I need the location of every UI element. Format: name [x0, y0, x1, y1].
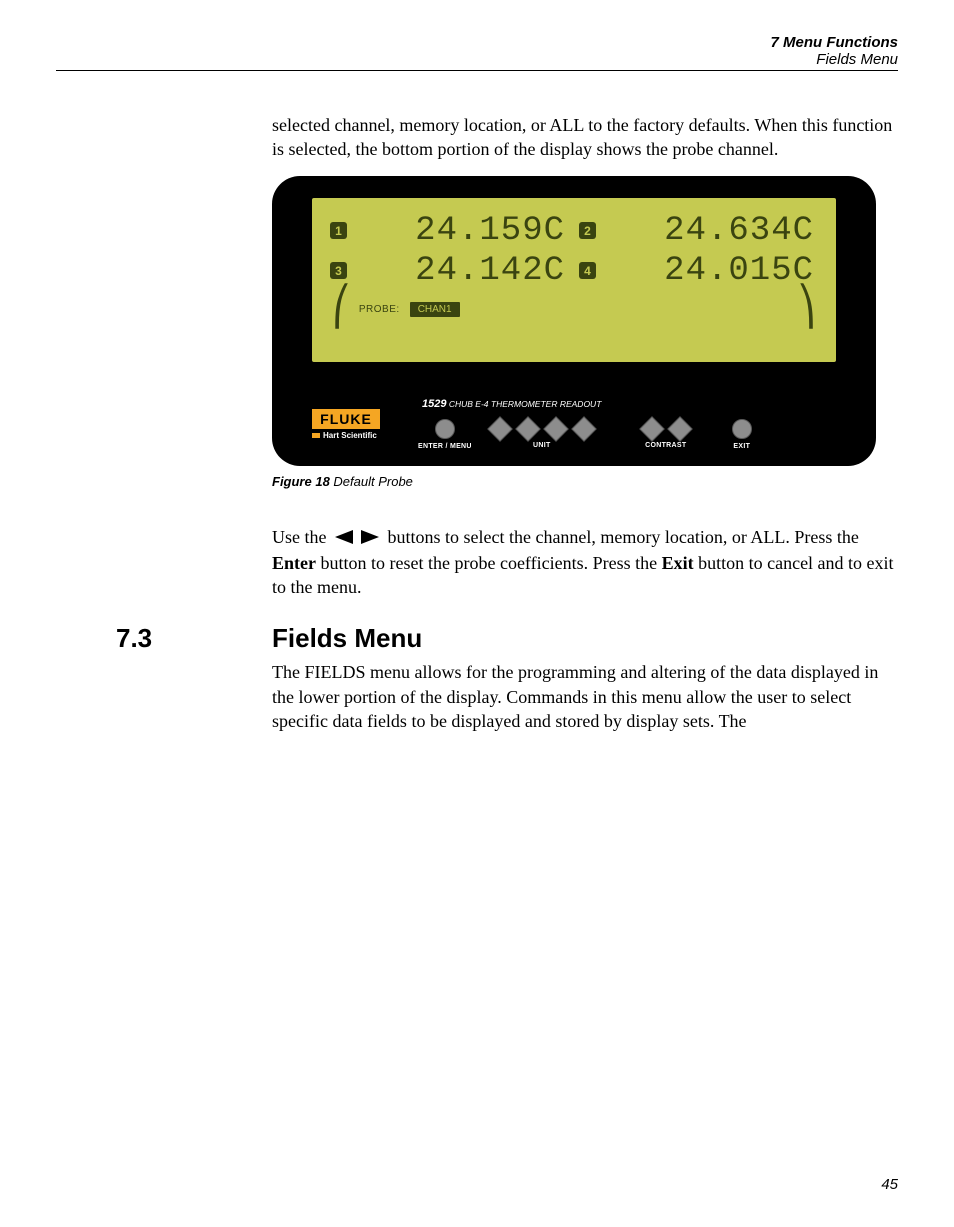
- reading-2: 24.634C: [613, 212, 818, 250]
- figure-caption: Figure 18 Default Probe: [272, 474, 898, 489]
- left-bracket-icon: ⎛: [330, 300, 353, 319]
- contrast-label: CONTRAST: [645, 442, 686, 449]
- channel-badge-4: 4: [579, 262, 596, 279]
- model-number: 1529: [422, 398, 446, 410]
- page-header: 7 Menu Functions Fields Menu: [56, 34, 898, 71]
- exit-button[interactable]: EXIT: [732, 419, 752, 450]
- figure-number: Figure 18: [272, 474, 330, 489]
- fluke-logo: FLUKE: [312, 409, 380, 429]
- diamond-button-icon[interactable]: [667, 416, 692, 441]
- right-bracket-icon: ⎞: [795, 300, 818, 319]
- probe-row: ⎛ PROBE: CHAN1 ⎞: [330, 300, 818, 319]
- device-illustration: 1 24.159C 2 24.634C 3 24.142C 4 24.015C …: [272, 176, 876, 466]
- channel-badge-3: 3: [330, 262, 347, 279]
- header-section: Fields Menu: [56, 51, 898, 68]
- enter-bold: Enter: [272, 553, 316, 573]
- model-text: CHUB E-4 THERMOMETER READOUT: [446, 399, 601, 409]
- enter-menu-button[interactable]: ENTER / MENU: [418, 419, 472, 450]
- exit-label: EXIT: [733, 443, 750, 450]
- brand-block: FLUKE Hart Scientific: [312, 409, 402, 440]
- device-screen: 1 24.159C 2 24.634C 3 24.142C 4 24.015C …: [312, 198, 836, 362]
- button-row: ENTER / MENU UNIT: [412, 419, 758, 450]
- diamond-button-icon[interactable]: [515, 416, 540, 441]
- section-number: 7.3: [56, 623, 272, 654]
- diamond-button-icon[interactable]: [487, 416, 512, 441]
- hart-scientific-label: Hart Scientific: [312, 431, 402, 440]
- model-line: 1529 CHUB E-4 THERMOMETER READOUT: [422, 398, 601, 410]
- probe-label: PROBE:: [359, 304, 400, 315]
- reading-1: 24.159C: [364, 212, 569, 250]
- device-bottom-panel: FLUKE Hart Scientific 1529 CHUB E-4 THER…: [312, 398, 836, 452]
- left-right-arrow-icon: [335, 526, 379, 550]
- probe-value: CHAN1: [410, 302, 460, 317]
- page-number: 45: [881, 1176, 898, 1193]
- paragraph-usage: Use the buttons to select the channel, m…: [272, 525, 898, 600]
- reading-4: 24.015C: [613, 252, 818, 290]
- unit-label: UNIT: [533, 442, 551, 449]
- paragraph-fields-intro: The FIELDS menu allows for the programmi…: [272, 660, 898, 733]
- reading-3: 24.142C: [364, 252, 569, 290]
- readings-grid: 1 24.159C 2 24.634C 3 24.142C 4 24.015C: [330, 212, 818, 290]
- diamond-button-icon[interactable]: [639, 416, 664, 441]
- channel-badge-2: 2: [579, 222, 596, 239]
- diamond-button-icon[interactable]: [571, 416, 596, 441]
- figure-title: Default Probe: [330, 474, 413, 489]
- paragraph-intro: selected channel, memory location, or AL…: [272, 113, 898, 162]
- enter-label: ENTER / MENU: [418, 443, 472, 450]
- figure-18: 1 24.159C 2 24.634C 3 24.142C 4 24.015C …: [272, 176, 898, 466]
- channel-badge-1: 1: [330, 222, 347, 239]
- unit-button-group: UNIT: [484, 420, 600, 449]
- section-title: Fields Menu: [272, 623, 422, 654]
- header-chapter: 7 Menu Functions: [56, 34, 898, 51]
- round-button-icon: [732, 419, 752, 439]
- contrast-button-group: CONTRAST: [636, 420, 696, 449]
- round-button-icon: [435, 419, 455, 439]
- exit-bold: Exit: [662, 553, 694, 573]
- section-heading-row: 7.3 Fields Menu: [56, 623, 898, 654]
- diamond-button-icon[interactable]: [543, 416, 568, 441]
